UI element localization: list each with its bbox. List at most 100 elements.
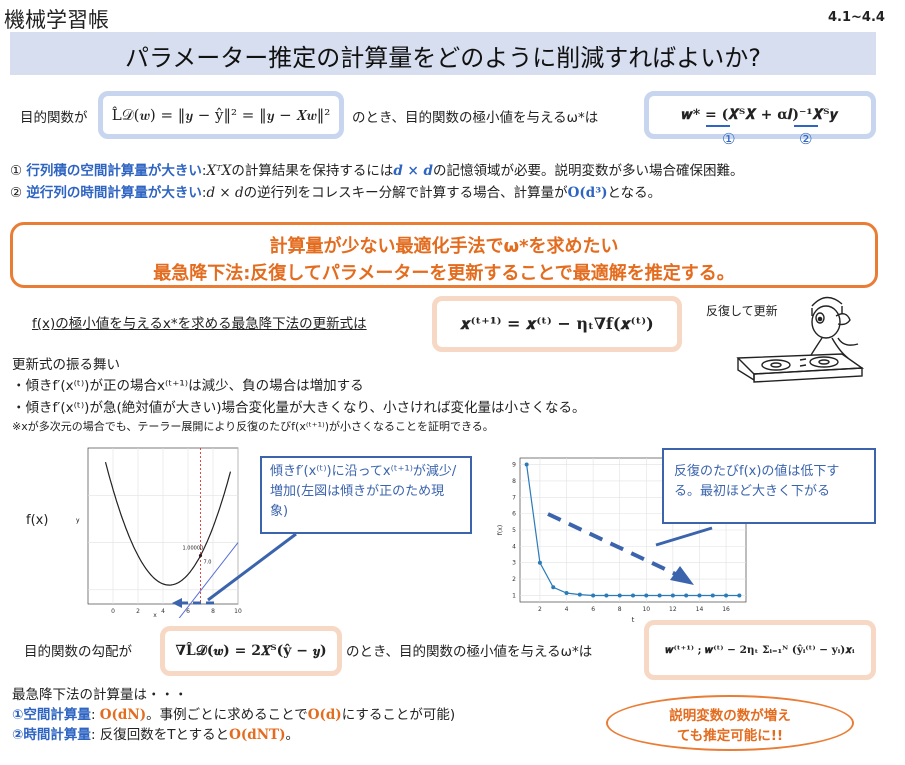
cost-space-order2: O(d) xyxy=(307,707,342,723)
loss-point xyxy=(537,560,542,565)
marker-1: ① xyxy=(722,130,736,148)
objective-mid-text: のとき、目的関数の極小値を与えるω*は xyxy=(352,110,599,126)
cost-time-text2: 。 xyxy=(285,727,300,743)
update-formula-box: 𝒙⁽ᵗ⁺¹⁾ = 𝒙⁽ᵗ⁾ − ηₜ∇f(𝒙⁽ᵗ⁾) xyxy=(432,296,682,352)
page-title: パラメーター推定の計算量をどのように削減すればよいか? xyxy=(124,44,762,72)
underline-1 xyxy=(706,125,730,127)
ellipse-line-2: ても推定可能に!! xyxy=(676,728,784,744)
loss-y-label: f(x) xyxy=(497,525,504,535)
highlight-line-2: 最急降下法:反復してパラメーターを更新することで最適解を推定する。 xyxy=(153,263,735,284)
behavior-heading: 更新式の振る舞い xyxy=(12,357,120,373)
behavior-note: ※xが多次元の場合でも、テーラー展開により反復のたびf(x⁽ᵗ⁺¹⁾)が小さくな… xyxy=(12,420,494,433)
cost-time-text1: 反復回数をTとすると xyxy=(99,727,230,743)
parabola-x-tick: 4 xyxy=(161,608,165,615)
gradient-formula: ∇L̂𝒟(𝒘) = 2𝑿ᵀ(ŷ − 𝒚) xyxy=(175,643,327,659)
loss-point xyxy=(644,593,649,598)
loss-point xyxy=(737,593,742,598)
left-chart-f-label: f(x) xyxy=(26,513,49,528)
tangent-point xyxy=(198,553,203,558)
gradient-update-formula: 𝒘⁽ᵗ⁺¹⁾ ; 𝒘⁽ᵗ⁾ − 2ηₜ Σᵢ₌₁ᴺ (ŷᵢ⁽ᵗ⁾ − yᵢ)𝒙ᵢ xyxy=(665,643,855,656)
loss-x-tick: 10 xyxy=(642,606,650,613)
cost-space-order: O(dN) xyxy=(99,707,147,723)
loss-point xyxy=(591,593,596,598)
problem-1-text2: の記憶領域が必要。説明変数が多い場合確保困難。 xyxy=(432,163,744,179)
loss-point xyxy=(670,593,675,598)
page-range: 4.1~4.4 xyxy=(828,10,885,25)
problem-1-num: ① xyxy=(10,163,23,179)
cost-time-sep: : xyxy=(90,727,100,743)
loss-point xyxy=(631,593,635,598)
cost-space-head: ①空間計算量 xyxy=(12,707,91,723)
cost-heading: 最急降下法の計算量は・・・ xyxy=(12,687,188,703)
parabola-annotation-2: 7.0 xyxy=(204,560,212,566)
loss-x-tick: 14 xyxy=(696,606,704,613)
parabola-x-tick: 8 xyxy=(211,608,215,615)
parabola-annotation-1: 1.00000 xyxy=(183,546,204,552)
parabola-y-label: y xyxy=(76,517,80,524)
problem-2-num: ② xyxy=(10,185,23,201)
highlight-line-1: 計算量が少ない最適化手法でω*を求めたい xyxy=(269,236,619,257)
objective-label: 目的関数が xyxy=(20,110,88,126)
loss-y-tick: 7 xyxy=(512,494,516,501)
ellipse-line-1: 説明変数の数が増え xyxy=(669,708,791,724)
loss-point xyxy=(710,593,715,598)
gradient-mid-text: のとき、目的関数の極小値を与えるω*は xyxy=(346,644,593,660)
update-formula: 𝒙⁽ᵗ⁺¹⁾ = 𝒙⁽ᵗ⁾ − ηₜ∇f(𝒙⁽ᵗ⁾) xyxy=(460,314,654,333)
loss-x-tick: 16 xyxy=(722,606,730,613)
gradient-label: 目的関数の勾配が xyxy=(24,644,132,660)
loss-y-tick: 6 xyxy=(512,511,516,518)
loss-y-tick: 2 xyxy=(512,576,516,583)
loss-point xyxy=(724,593,729,598)
problem-1-text1: の計算結果を保持するには xyxy=(231,163,394,179)
problem-1-xtx: XᵀX xyxy=(206,163,232,179)
loss-y-tick: 8 xyxy=(512,478,516,485)
problem-1: ① 行列積の空間計算量が大きい:XᵀXの計算結果を保持するにはd × dの記憶領… xyxy=(10,159,743,179)
dj-illustration-icon xyxy=(736,296,865,383)
behavior-bullet-2: ・傾きf′(x⁽ᵗ⁾)が急(絶対値が大きい)場合変化量が大きくなり、小さければ変… xyxy=(12,400,586,416)
loss-x-label: t xyxy=(632,616,635,624)
loss-point xyxy=(657,593,662,598)
callout-gradient: 傾きf′(x⁽ᵗ⁾)に沿ってx⁽ᵗ⁺¹⁾が減少/増加(左図は傾きが正のため現象) xyxy=(260,456,472,534)
cost-time-order: O(dNT) xyxy=(229,727,286,743)
loss-point xyxy=(564,591,569,595)
underline-2 xyxy=(794,125,818,127)
loss-x-tick: 2 xyxy=(538,606,542,613)
cost-space-text1: 。事例ごとに求めることで xyxy=(146,707,308,723)
update-label: f(x)の極小値を与えるx*を求める最急降下法の更新式は xyxy=(32,316,367,332)
behavior-bullet-1: ・傾きf′(x⁽ᵗ⁾)が正の場合x⁽ᵗ⁺¹⁾は減少、負の場合は増加する xyxy=(12,378,364,394)
loss-point xyxy=(604,593,609,598)
loss-point xyxy=(684,593,689,598)
loss-point xyxy=(577,592,582,597)
problem-2-dxd: d × d xyxy=(206,185,244,201)
gradient-formula-box: ∇L̂𝒟(𝒘) = 2𝑿ᵀ(ŷ − 𝒚) xyxy=(160,626,342,676)
cost-time-head: ②時間計算量 xyxy=(12,727,91,743)
cost-space-sep: : xyxy=(90,707,100,723)
cost-space-line: ①空間計算量: O(dN)。事例ごとに求めることでO(d)にすることが可能) xyxy=(12,703,455,723)
solution-formula-box: 𝒘* = (𝑿ᵀ𝑿 + α𝑰)⁻¹𝑿ᵀ𝒚 xyxy=(644,91,876,139)
parabola-x-tick: 0 xyxy=(111,608,115,615)
loss-x-tick: 12 xyxy=(669,606,677,613)
problem-2: ② 逆行列の時間計算量が大きい:d × dの逆行列をコレスキー分解で計算する場合… xyxy=(10,181,661,201)
problem-2-text1: の逆行列をコレスキー分解で計算する場合、計算量が xyxy=(243,185,568,201)
loss-point xyxy=(617,593,622,598)
objective-formula-box: L̂𝒟(𝒘) = ‖𝒚 − ŷ‖² = ‖𝒚 − 𝑿𝒘‖² xyxy=(98,91,344,139)
problem-1-dxd: d × d xyxy=(393,163,433,179)
cost-time-line: ②時間計算量: 反復回数をTとするとO(dNT)。 xyxy=(12,723,299,743)
problem-2-order: O(d³) xyxy=(567,185,608,201)
loss-x-tick: 8 xyxy=(618,606,622,613)
objective-formula: L̂𝒟(𝒘) = ‖𝒚 − ŷ‖² = ‖𝒚 − 𝑿𝒘‖² xyxy=(111,106,331,124)
loss-point xyxy=(551,585,556,590)
marker-2: ② xyxy=(799,130,813,148)
loss-x-tick: 4 xyxy=(565,606,569,613)
loss-point xyxy=(697,593,702,598)
loss-point xyxy=(524,462,529,467)
loss-y-tick: 4 xyxy=(512,543,516,550)
parabola-x-tick: 10 xyxy=(234,608,242,615)
loss-x-tick: 6 xyxy=(591,606,595,613)
solution-formula: 𝒘* = (𝑿ᵀ𝑿 + α𝑰)⁻¹𝑿ᵀ𝒚 xyxy=(681,107,839,123)
loss-y-tick: 1 xyxy=(512,592,516,599)
gradient-update-box: 𝒘⁽ᵗ⁺¹⁾ ; 𝒘⁽ᵗ⁾ − 2ηₜ Σᵢ₌₁ᴺ (ŷᵢ⁽ᵗ⁾ − yᵢ)𝒙ᵢ xyxy=(644,620,876,680)
problem-1-head: 行列積の空間計算量が大きい xyxy=(26,163,202,179)
callout-decrease: 反復のたびf(x)の値は低下する。最初ほど大きく下がる xyxy=(662,448,876,524)
problem-2-text2: となる。 xyxy=(607,185,662,201)
